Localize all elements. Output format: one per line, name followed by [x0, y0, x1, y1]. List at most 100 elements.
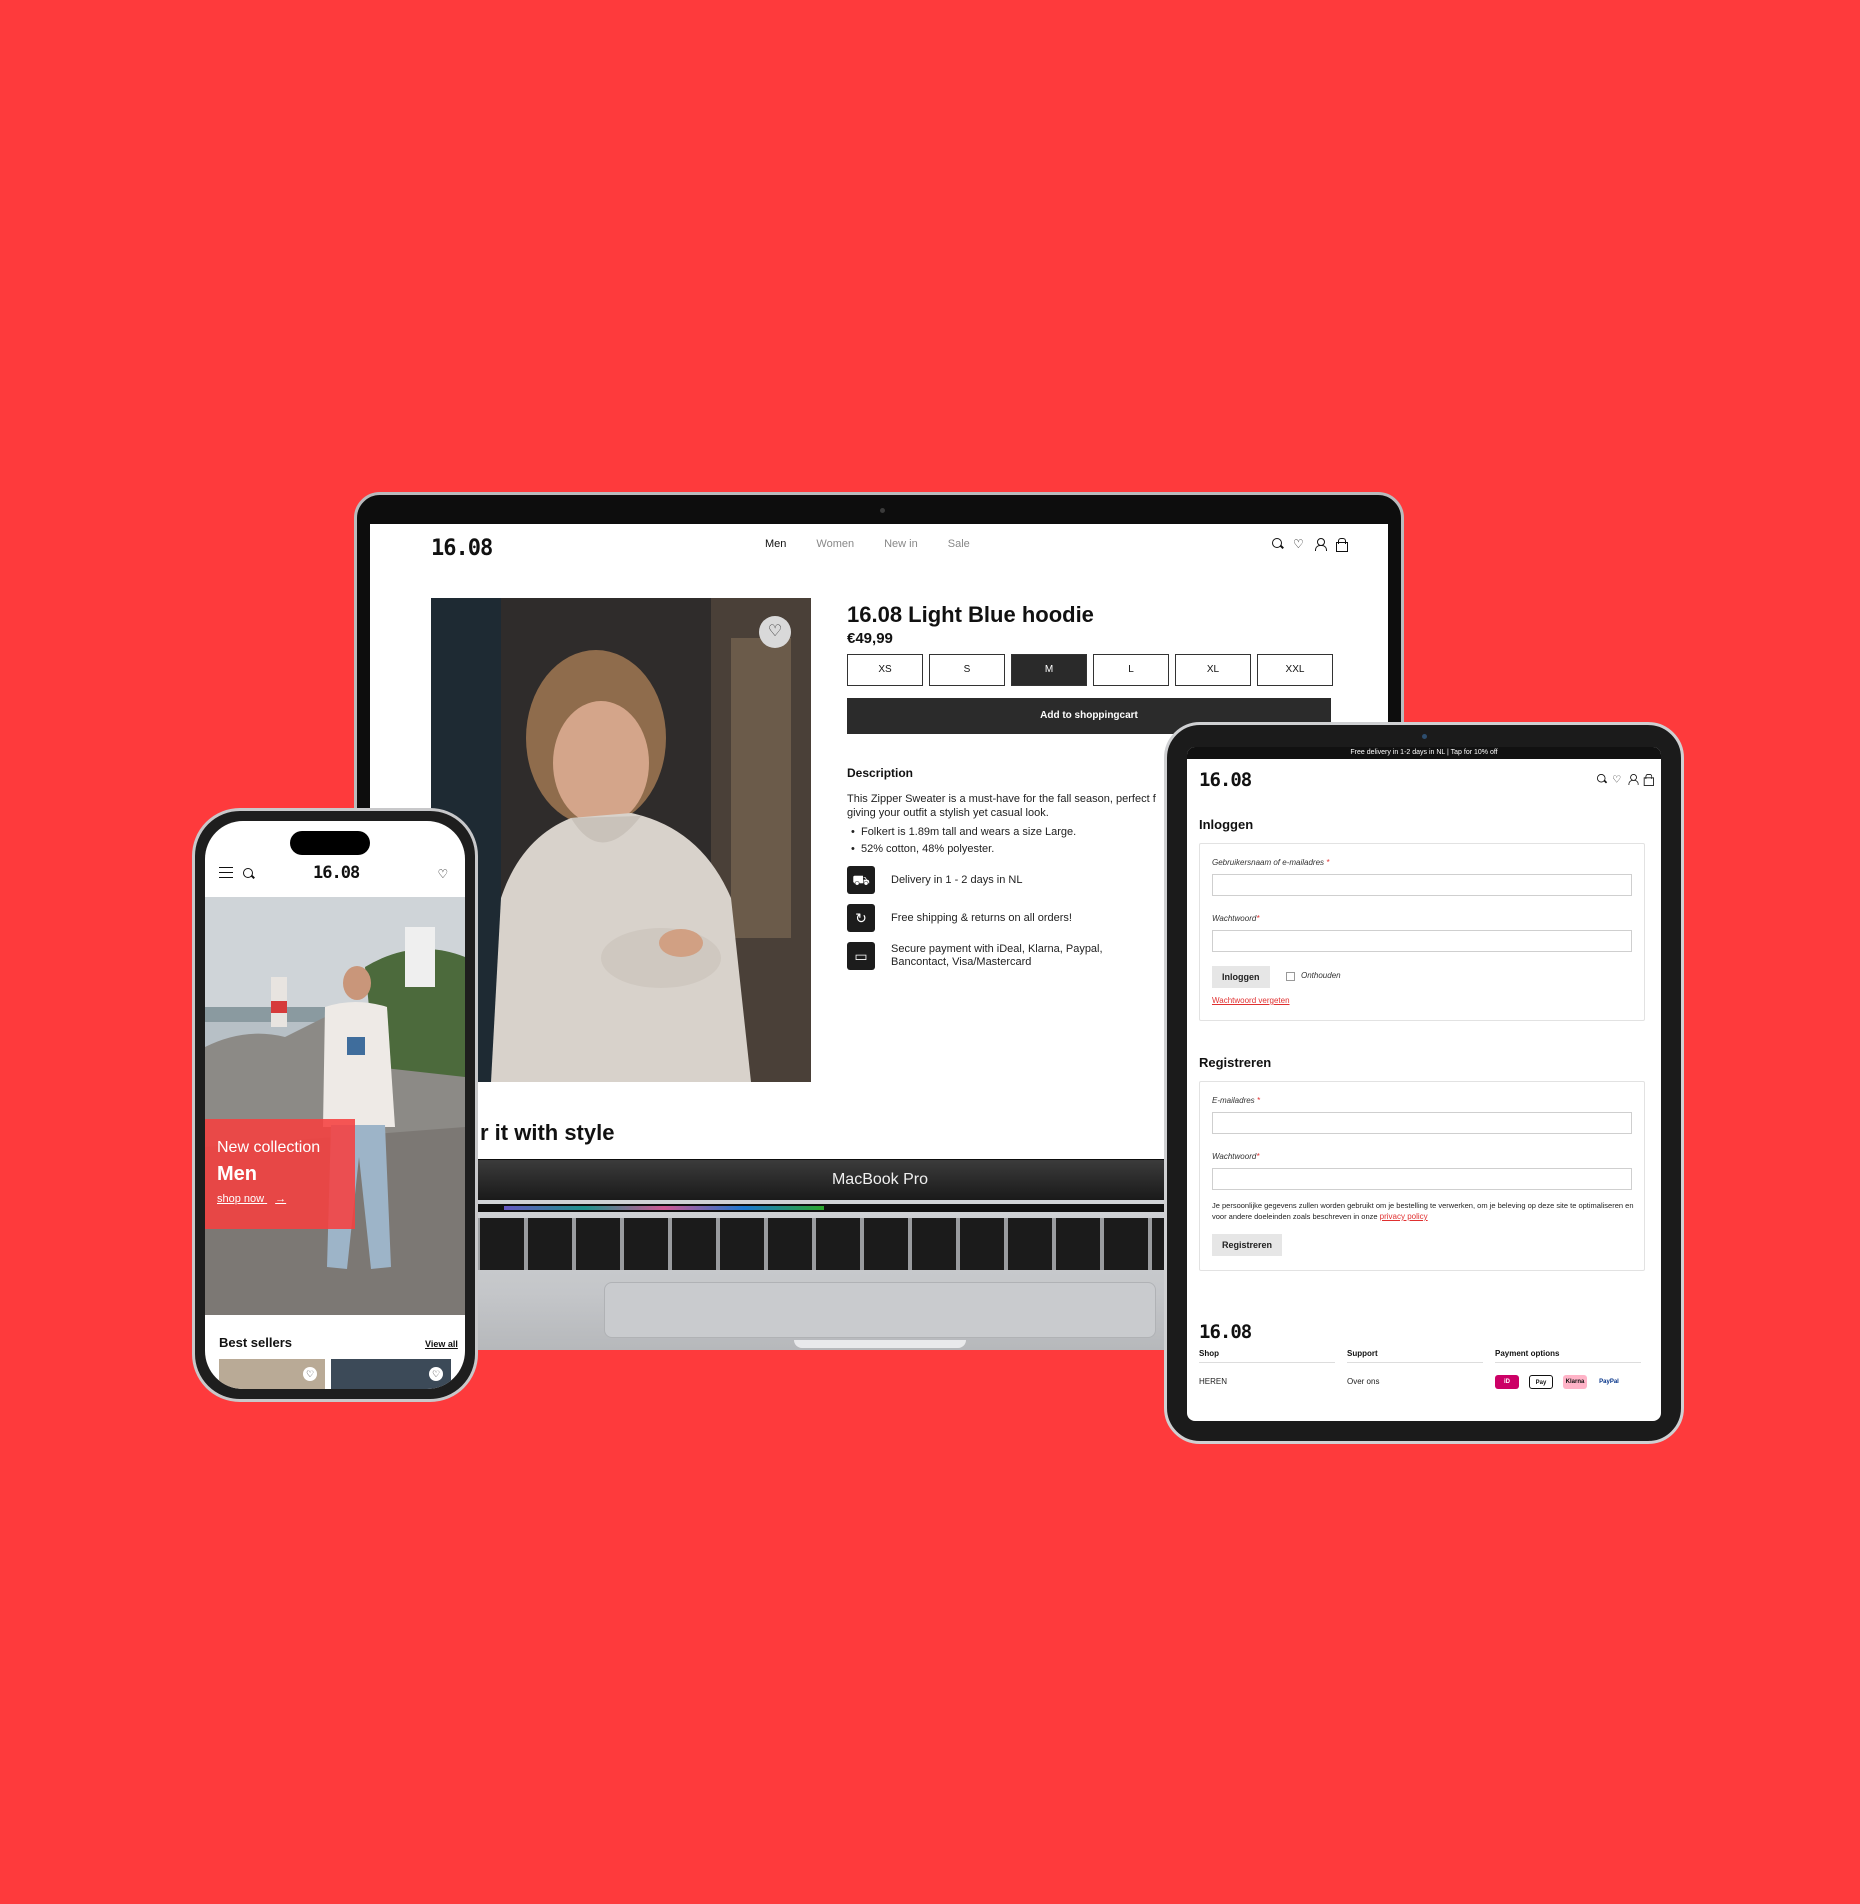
applepay-icon: Pay — [1529, 1375, 1553, 1389]
size-xxl[interactable]: XXL — [1257, 654, 1333, 686]
login-button[interactable]: Inloggen — [1212, 966, 1270, 988]
logo[interactable]: 16.08 — [431, 536, 493, 561]
paypal-icon: PayPal — [1599, 1379, 1619, 1385]
size-xs[interactable]: XS — [847, 654, 923, 686]
remember-checkbox[interactable] — [1286, 972, 1295, 981]
password-input[interactable] — [1212, 930, 1632, 952]
nav-women[interactable]: Women — [816, 538, 854, 550]
nav-sale[interactable]: Sale — [948, 538, 970, 550]
hoodie-model-photo — [431, 598, 811, 1082]
heart-icon[interactable]: ♡ — [429, 1367, 443, 1381]
footer-col-shop: Shop — [1199, 1349, 1335, 1363]
bullet-item: • Folkert is 1.89m tall and wears a size… — [851, 826, 1077, 838]
hero-card: New collection Men shop now → — [205, 1119, 355, 1229]
feature-text: Secure payment with iDeal, Klarna, Paypa… — [891, 943, 1103, 968]
card-icon: ▭ — [847, 942, 875, 970]
size-selector: XS S M L XL XXL — [847, 654, 1333, 686]
arrow-right-icon: → — [275, 1193, 287, 1205]
footer-heading: Shop — [1199, 1349, 1219, 1358]
search-icon[interactable] — [1597, 774, 1607, 784]
main-nav: Men Women New in Sale — [765, 538, 970, 550]
username-input[interactable] — [1212, 874, 1632, 896]
product-thumbnail[interactable]: ♡ — [331, 1359, 451, 1389]
camera — [880, 508, 885, 513]
size-l[interactable]: L — [1093, 654, 1169, 686]
feature-list: ⛟ Delivery in 1 - 2 days in NL ↻ Free sh… — [847, 866, 1111, 970]
product-price: €49,99 — [847, 630, 893, 647]
shop-now-link[interactable]: shop now → — [217, 1193, 286, 1205]
tablet-device: Free delivery in 1-2 days in NL | Tap fo… — [1164, 722, 1684, 1444]
view-all-link[interactable]: View all — [425, 1339, 458, 1349]
register-form: E-mailadres * Wachtwoord* Je persoonlijk… — [1199, 1081, 1645, 1271]
size-m[interactable]: M — [1011, 654, 1087, 686]
footer-heading: Support — [1347, 1349, 1378, 1358]
register-heading: Registreren — [1199, 1055, 1272, 1070]
promo-banner[interactable]: Free delivery in 1-2 days in NL | Tap fo… — [1187, 747, 1661, 759]
menu-icon[interactable] — [219, 867, 233, 878]
user-icon[interactable] — [1314, 538, 1327, 551]
password-label: Wachtwoord* — [1212, 914, 1260, 923]
hero-banner[interactable]: New collection Men shop now → — [205, 897, 465, 1315]
ideal-icon: iD — [1495, 1375, 1519, 1389]
nav-men[interactable]: Men — [765, 538, 786, 550]
feature-item: ⛟ Delivery in 1 - 2 days in NL — [847, 866, 1111, 894]
camera — [1422, 734, 1427, 739]
register-password-input[interactable] — [1212, 1168, 1632, 1190]
bag-icon[interactable] — [1335, 538, 1348, 552]
bullet-item: • 52% cotton, 48% polyester. — [851, 843, 995, 855]
description-text: This Zipper Sweater is a must-have for t… — [847, 793, 1156, 819]
search-icon[interactable] — [1272, 538, 1284, 550]
header-icons: ♡ — [1597, 774, 1654, 786]
product-image: ♡ — [431, 598, 811, 1082]
phone-device: 16.08 ♡ New collection Men shop now → Be… — [192, 808, 478, 1402]
size-s[interactable]: S — [929, 654, 1005, 686]
truck-icon: ⛟ — [847, 866, 875, 894]
login-form: Gebruikersnaam of e-mailadres * Wachtwoo… — [1199, 843, 1645, 1021]
register-button[interactable]: Registreren — [1212, 1234, 1283, 1256]
heart-icon[interactable]: ♡ — [1293, 538, 1305, 550]
email-input[interactable] — [1212, 1112, 1632, 1134]
return-icon: ↻ — [847, 904, 875, 932]
phone-screen: 16.08 ♡ New collection Men shop now → Be… — [205, 821, 465, 1389]
remember-label: Onthouden — [1301, 971, 1341, 980]
hero-subtitle: New collection — [217, 1139, 321, 1156]
forgot-password-link[interactable]: Wachtwoord vergeten — [1212, 996, 1290, 1005]
footer-heading: Payment options — [1495, 1349, 1560, 1358]
size-xl[interactable]: XL — [1175, 654, 1251, 686]
product-thumbnail[interactable]: ♡ — [219, 1359, 325, 1389]
header-icons: ♡ — [1272, 538, 1348, 552]
lid-notch — [794, 1340, 966, 1348]
favorite-button[interactable]: ♡ — [759, 616, 791, 648]
footer-link[interactable]: Over ons — [1347, 1377, 1379, 1386]
heart-icon[interactable]: ♡ — [303, 1367, 317, 1381]
privacy-policy-link[interactable]: privacy policy — [1380, 1212, 1428, 1221]
hero-title: Men — [217, 1163, 257, 1185]
privacy-notice: Je persoonlijke gegevens zullen worden g… — [1212, 1201, 1634, 1221]
description-heading: Description — [847, 766, 914, 780]
feature-item: ▭ Secure payment with iDeal, Klarna, Pay… — [847, 942, 1111, 970]
logo[interactable]: 16.08 — [313, 863, 360, 883]
footer-col-support: Support — [1347, 1349, 1483, 1363]
nav-new-in[interactable]: New in — [884, 538, 918, 550]
footer-col-payment: Payment options — [1495, 1349, 1641, 1363]
heart-icon[interactable]: ♡ — [1612, 774, 1622, 784]
section-heading: r it with style — [480, 1120, 615, 1145]
login-heading: Inloggen — [1199, 817, 1254, 832]
logo[interactable]: 16.08 — [1199, 769, 1252, 791]
tablet-screen: Free delivery in 1-2 days in NL | Tap fo… — [1187, 747, 1661, 1421]
best-sellers-heading: Best sellers — [219, 1335, 292, 1350]
user-icon[interactable] — [1628, 774, 1639, 786]
trackpad — [604, 1282, 1156, 1338]
bag-icon[interactable] — [1643, 774, 1654, 786]
feature-item: ↻ Free shipping & returns on all orders! — [847, 904, 1111, 932]
product-title: 16.08 Light Blue hoodie — [847, 602, 1094, 627]
hero-photo — [205, 897, 465, 1315]
klarna-icon: Klarna — [1563, 1375, 1587, 1389]
heart-icon[interactable]: ♡ — [437, 868, 449, 880]
footer-link[interactable]: HEREN — [1199, 1377, 1227, 1386]
username-label: Gebruikersnaam of e-mailadres * — [1212, 858, 1330, 867]
search-icon[interactable] — [243, 868, 255, 880]
dynamic-island — [290, 831, 370, 855]
feature-text: Delivery in 1 - 2 days in NL — [891, 873, 1023, 886]
bullet-list: • Folkert is 1.89m tall and wears a size… — [851, 826, 1076, 855]
